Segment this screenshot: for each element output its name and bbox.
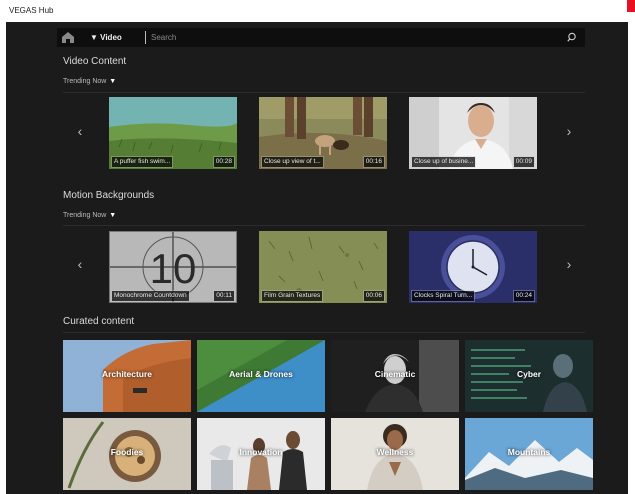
video-prev-button[interactable]: ‹: [73, 123, 87, 139]
curated-tile-cinematic[interactable]: Cinematic: [331, 340, 459, 412]
motion-divider: [63, 225, 585, 226]
home-button[interactable]: [61, 31, 75, 44]
window-close-button[interactable]: [627, 0, 635, 12]
window-titlebar: VEGAS Hub: [0, 0, 635, 22]
chevron-right-icon: ›: [566, 123, 572, 139]
curated-tile-architecture[interactable]: Architecture: [63, 340, 191, 412]
motion-thumb-1[interactable]: 10 Monochrome Countdown 00:11: [109, 231, 237, 303]
video-filter-label: Trending Now: [63, 78, 107, 85]
curated-tile-mountains[interactable]: Mountains: [465, 418, 593, 490]
video-thumb-2[interactable]: Close up view of t... 00:16: [259, 97, 387, 169]
curated-tile-label: Wellness: [376, 447, 414, 457]
video-section-title: Video Content: [63, 56, 127, 67]
curated-tile-label: Architecture: [101, 369, 153, 379]
motion-caption: Monochrome Countdown: [111, 290, 190, 302]
chevron-left-icon: ‹: [77, 123, 83, 139]
video-duration: 00:09: [512, 156, 536, 168]
curated-tile-aerial-drones[interactable]: Aerial & Drones: [197, 340, 325, 412]
motion-prev-button[interactable]: ‹: [73, 256, 87, 272]
motion-caption: Clocks Spiral Turn...: [410, 290, 476, 302]
video-thumb-1[interactable]: A puffer fish swim... 00:28: [109, 97, 237, 169]
video-filter-dropdown[interactable]: Trending Now ▼: [63, 78, 116, 85]
curated-section-title: Curated content: [63, 316, 135, 327]
video-duration: 00:16: [362, 156, 386, 168]
motion-thumb-2[interactable]: Film Grain Textures 00:06: [259, 231, 387, 303]
nav-divider: [145, 31, 146, 44]
video-next-button[interactable]: ›: [562, 123, 576, 139]
curated-tile-wellness[interactable]: Wellness: [331, 418, 459, 490]
video-duration: 00:28: [212, 156, 236, 168]
motion-caption: Film Grain Textures: [260, 290, 324, 302]
motion-thumb-3[interactable]: Clocks Spiral Turn... 00:24: [409, 231, 537, 303]
motion-section-title: Motion Backgrounds: [63, 190, 155, 201]
curated-tile-innovation[interactable]: Innovation: [197, 418, 325, 490]
search-input[interactable]: [149, 31, 453, 44]
chevron-left-icon: ‹: [77, 256, 83, 272]
curated-tile-label: Cyber: [516, 369, 542, 379]
video-caption: A puffer fish swim...: [110, 156, 174, 168]
top-navbar: ▼ Video: [57, 28, 585, 47]
curated-divider: [63, 332, 585, 333]
curated-tile-foodies[interactable]: Foodies: [63, 418, 191, 490]
video-caption: Close up view of t...: [261, 156, 324, 168]
motion-duration: 00:11: [213, 290, 235, 302]
countdown-number: 10: [150, 245, 197, 292]
search-icon: [567, 32, 576, 42]
curated-tile-label: Foodies: [110, 447, 144, 457]
video-caption: Close up of busine...: [410, 156, 477, 168]
curated-tile-label: Mountains: [507, 447, 551, 457]
app-content: ▼ Video Video Content Trending Now ▼ ‹ A…: [6, 22, 628, 494]
motion-filter-label: Trending Now: [63, 212, 107, 219]
home-icon: [62, 32, 74, 43]
search-button[interactable]: [566, 31, 579, 44]
curated-tile-cyber[interactable]: Cyber: [465, 340, 593, 412]
window-title: VEGAS Hub: [9, 6, 54, 15]
video-dropdown[interactable]: ▼ Video: [90, 31, 122, 44]
motion-filter-dropdown[interactable]: Trending Now ▼: [63, 212, 116, 219]
caret-down-icon: ▼: [107, 78, 117, 85]
motion-duration: 00:24: [512, 290, 536, 302]
motion-next-button[interactable]: ›: [562, 256, 576, 272]
motion-duration: 00:06: [362, 290, 386, 302]
chevron-right-icon: ›: [566, 256, 572, 272]
video-divider: [63, 92, 585, 93]
caret-down-icon: ▼: [107, 212, 117, 219]
video-thumb-3[interactable]: Close up of busine... 00:09: [409, 97, 537, 169]
curated-tile-label: Cinematic: [374, 369, 416, 379]
curated-tile-label: Innovation: [239, 447, 283, 457]
curated-tile-label: Aerial & Drones: [229, 369, 293, 379]
